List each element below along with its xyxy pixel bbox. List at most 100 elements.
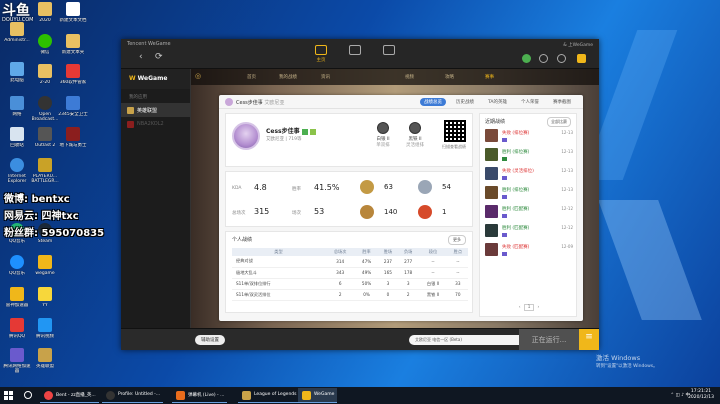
desktop-icon-wechat[interactable]: 微信 xyxy=(30,34,60,66)
tab-library[interactable] xyxy=(378,45,400,65)
game-nav-news[interactable]: 资讯 xyxy=(321,74,330,80)
panel-header-name[interactable]: Cess步佳事 艾欧尼亚 xyxy=(236,99,284,106)
download-icon[interactable] xyxy=(539,54,548,63)
match-result: 失败 (排位赛) xyxy=(502,131,530,136)
desktop-icon-qq-music-2[interactable]: QQ音乐 xyxy=(2,255,32,287)
profile-name: Cess步佳事 xyxy=(266,126,316,135)
taskbar-app-obs[interactable]: Profile: Untitled -... xyxy=(102,388,164,403)
server-select[interactable]: 艾欧尼亚 电信一区 (Beta) xyxy=(409,335,529,345)
desktop-icon-leishen[interactable]: 雷神加速器 xyxy=(2,287,32,319)
list-item[interactable]: 胜利 (排位赛) 12-13 xyxy=(485,147,573,164)
table-row[interactable]: S11单/双灵活排位 2 0% 0 2 黑铁 II 70 xyxy=(232,289,468,301)
sidebar-item-nba2kol2[interactable]: NBA2KOL2 xyxy=(121,117,190,131)
taskbar-app-chrome[interactable]: Bent - zz直播_英... xyxy=(40,388,99,403)
total-games-label: 总场次 xyxy=(232,211,246,216)
list-item[interactable]: 胜利 (匹配赛) 12-12 xyxy=(485,204,573,221)
desktop-icon-label: Outlast 2 xyxy=(34,143,56,148)
taskbar-app-danmaku[interactable]: 弹幕机 (Live) - ... xyxy=(172,388,228,403)
status-icon[interactable] xyxy=(522,54,531,63)
column-header: 胜率 xyxy=(355,248,378,256)
folder-icon xyxy=(10,22,24,36)
tab-store[interactable] xyxy=(344,45,366,65)
desktop-icon-tencent-qq[interactable]: 腾讯QQ xyxy=(2,318,32,350)
desktop-icon-outlast[interactable]: Outlast 2 xyxy=(30,127,60,159)
tab-overview[interactable]: 战绩总览 xyxy=(420,98,447,106)
table-cell: 3 xyxy=(377,278,399,290)
gift-icon[interactable] xyxy=(577,54,586,63)
user-menu[interactable]: & 上WeGame xyxy=(563,42,593,48)
next-page-icon[interactable]: › xyxy=(537,305,539,310)
running-button[interactable]: 正在运行... xyxy=(519,329,579,350)
desktop-icon-yy[interactable]: YY xyxy=(30,287,60,319)
desktop-icon-pubg[interactable]: PLAYERU... BATTLEGR... xyxy=(30,158,60,190)
desktop-icon-ie[interactable]: Internet Explorer xyxy=(2,158,32,190)
desktop-icon-360[interactable]: 360软件管家 xyxy=(58,64,88,96)
list-item[interactable]: 失败 (匹配赛) 12-09 xyxy=(485,242,573,259)
match-filter-dropdown[interactable]: 全部比赛 xyxy=(547,117,571,127)
windows-start-icon[interactable] xyxy=(4,391,13,400)
search-icon[interactable] xyxy=(24,391,32,399)
tab-heroes[interactable]: TA的英雄 xyxy=(484,98,511,106)
desktop-icon-obs[interactable]: Open Broadcast... xyxy=(30,96,60,128)
match-result: 胜利 (排位赛) xyxy=(502,150,530,155)
table-row[interactable]: 极地大乱斗 343 49% 165 178 -- -- xyxy=(232,267,468,279)
system-tray[interactable]: ⌃ ◫ ♪ 中 xyxy=(670,392,690,398)
rank-solo: 白银 II 单双排 xyxy=(368,122,398,148)
desktop-icon-2345[interactable]: 2345安全卫士 xyxy=(58,96,88,128)
table-cell: 白银 II xyxy=(418,278,448,290)
desktop-icon-label: PLAYERU... BATTLEGR... xyxy=(31,174,59,184)
sidebar-item-lol[interactable]: 英雄联盟 xyxy=(121,103,190,117)
desktop-icon-wegame[interactable]: wegame xyxy=(30,255,60,287)
table-row[interactable]: S11单/双排位排行 6 50% 3 3 白银 II 33 xyxy=(232,278,468,290)
tab-home[interactable]: 主页 xyxy=(310,45,332,65)
table-cell: 165 xyxy=(377,267,399,279)
desktop-icon-lol[interactable]: 英雄联盟 xyxy=(30,348,60,380)
table-row[interactable]: 经典对战 314 47% 237 277 -- -- xyxy=(232,256,468,268)
desktop-icon-new-folder[interactable]: 新建文本夹 xyxy=(58,34,88,66)
desktop-icon-tencent-video[interactable]: 腾讯视频 xyxy=(30,318,60,350)
list-item[interactable]: 失败 (排位赛) 12-13 xyxy=(485,128,573,145)
game-nav-home[interactable]: 首页 xyxy=(247,74,256,80)
desktop-icon-new-text[interactable]: 新建文本文档 xyxy=(58,2,88,34)
game-nav-guide[interactable]: 攻略 xyxy=(445,74,454,80)
back-icon[interactable]: ‹ xyxy=(139,52,143,62)
prev-page-icon[interactable]: ‹ xyxy=(519,305,521,310)
tag-icon xyxy=(502,214,507,218)
menu-icon[interactable]: ≡ xyxy=(579,329,599,350)
game-nav-video[interactable]: 视频 xyxy=(405,74,414,80)
table-cell: 314 xyxy=(324,256,356,268)
page-number[interactable]: 1 xyxy=(524,304,534,311)
message-icon[interactable] xyxy=(557,54,566,63)
match-result: 失败 (灵活排位) xyxy=(502,169,534,174)
medal-icon xyxy=(360,180,374,194)
game-nav-records[interactable]: 我的战绩 xyxy=(279,74,297,80)
game-nav-events[interactable]: 赛事 xyxy=(485,74,494,80)
computer-icon xyxy=(10,62,24,76)
table-header-row: 类型 总场次 胜率 胜场 负场 段位 胜点 xyxy=(232,248,468,256)
desktop-icon-label: 雷神加速器 xyxy=(5,303,29,308)
records-more-button[interactable]: 更多 xyxy=(448,235,466,245)
desktop-icon-recycle-bin[interactable]: 回收站 xyxy=(2,127,32,159)
taskbar-clock[interactable]: 17:21:21 2020/12/13 xyxy=(688,389,714,401)
desktop-icon-administrator[interactable]: Administr... xyxy=(2,22,32,54)
list-item[interactable]: 胜利 (排位赛) 12-13 xyxy=(485,185,573,202)
list-item[interactable]: 胜利 (匹配赛) 12-12 xyxy=(485,223,573,240)
app-topbar: Tencent WeGame ‹ ⟳ 主页 & 上WeGame xyxy=(121,39,599,69)
tab-screenshots[interactable]: 赛季截图 xyxy=(549,98,575,106)
tab-honors[interactable]: 个人荣誉 xyxy=(517,98,543,106)
list-item[interactable]: 失败 (灵活排位) 12-13 xyxy=(485,166,573,183)
desktop-icon-2-20[interactable]: 2-20 xyxy=(30,64,60,96)
table-cell: -- xyxy=(447,256,468,268)
refresh-icon[interactable]: ⟳ xyxy=(155,52,163,62)
desktop-icon-2020[interactable]: 2020 xyxy=(30,2,60,34)
desktop-icon-tencent-accelerator[interactable]: 腾讯网络加速器 xyxy=(2,348,32,380)
taskbar-app-label: WeGame xyxy=(314,392,335,397)
desktop-icon-network[interactable]: 网络 xyxy=(2,96,32,128)
taskbar-app-wegame[interactable]: WeGame xyxy=(298,388,338,403)
taskbar-app-lol[interactable]: League of Legends xyxy=(238,388,300,403)
assist-settings-button[interactable]: 辅助设置 xyxy=(195,335,225,345)
desktop-icon-this-pc[interactable]: 此电脑 xyxy=(2,62,32,94)
tab-history[interactable]: 历史战绩 xyxy=(452,98,478,106)
wegame-logo-icon: W xyxy=(129,75,136,82)
desktop-icon-dnf[interactable]: 地下城与勇士 xyxy=(58,127,88,159)
